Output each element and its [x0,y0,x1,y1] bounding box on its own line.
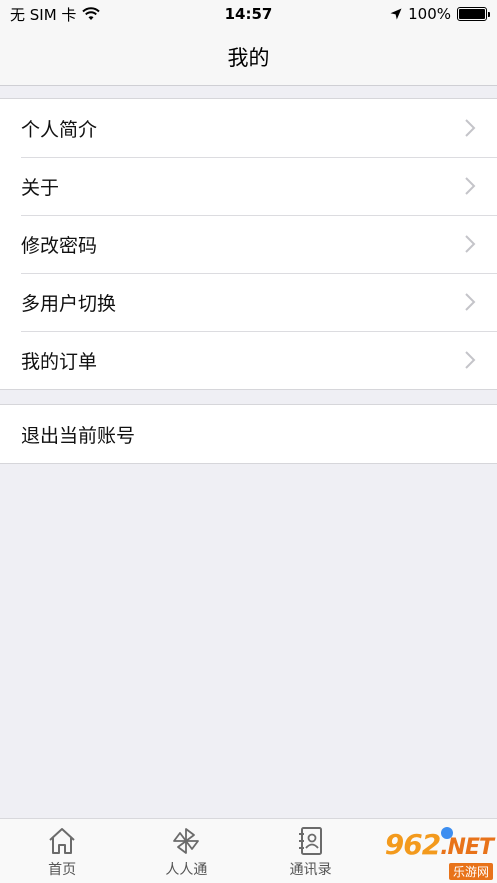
battery-icon [457,7,490,21]
menu-item-label: 修改密码 [21,234,98,257]
watermark-logo: 962.NET 乐游网 [384,828,494,880]
contacts-book-icon [298,827,322,855]
status-bar: 无 SIM 卡 14:57 100% [0,0,497,28]
watermark-sub: 乐游网 [448,863,493,880]
logout-group: 退出当前账号 [0,404,497,464]
menu-item-label: 我的订单 [21,350,98,373]
battery-percent: 100% [408,5,451,23]
chevron-right-icon [465,119,476,137]
chevron-right-icon [465,293,476,311]
status-left: 无 SIM 卡 [10,4,101,25]
menu-list: 个人简介 关于 修改密码 多用户切换 我的订单 [0,98,497,390]
chevron-right-icon [465,235,476,253]
tab-renrentong[interactable]: 人人通 [124,819,248,883]
menu-item-label: 多用户切换 [21,292,117,315]
location-arrow-icon [390,8,402,20]
carrier-text: 无 SIM 卡 [10,5,77,24]
menu-item-my-orders[interactable]: 我的订单 [0,331,497,389]
tab-label: 人人通 [165,862,208,878]
menu-item-about[interactable]: 关于 [0,157,497,215]
page-title: 我的 [227,45,270,70]
menu-item-profile[interactable]: 个人简介 [0,99,497,157]
tab-home[interactable]: 首页 [0,819,124,883]
menu-item-label: 关于 [21,176,60,199]
watermark-main: 962 [384,828,441,861]
logout-label: 退出当前账号 [21,424,136,447]
chevron-right-icon [465,177,476,195]
tab-profile[interactable]: 962.NET 乐游网 [373,819,497,883]
wifi-icon [82,7,101,20]
nav-bar: 我的 [0,28,497,86]
menu-item-label: 个人简介 [21,118,98,141]
menu-item-change-password[interactable]: 修改密码 [0,215,497,273]
menu-item-switch-user[interactable]: 多用户切换 [0,273,497,331]
watermark-suffix: .NET [440,835,494,860]
tab-contacts[interactable]: 通讯录 [249,819,373,883]
status-right: 100% [390,5,490,23]
tab-bar: 首页 人人通 通讯录 962.NET 乐游网 [0,818,497,883]
tab-label: 通讯录 [289,862,332,878]
tab-label: 首页 [48,862,77,878]
pinwheel-icon [173,828,200,854]
logout-button[interactable]: 退出当前账号 [0,405,497,463]
home-icon [49,828,75,854]
chevron-right-icon [465,351,476,369]
